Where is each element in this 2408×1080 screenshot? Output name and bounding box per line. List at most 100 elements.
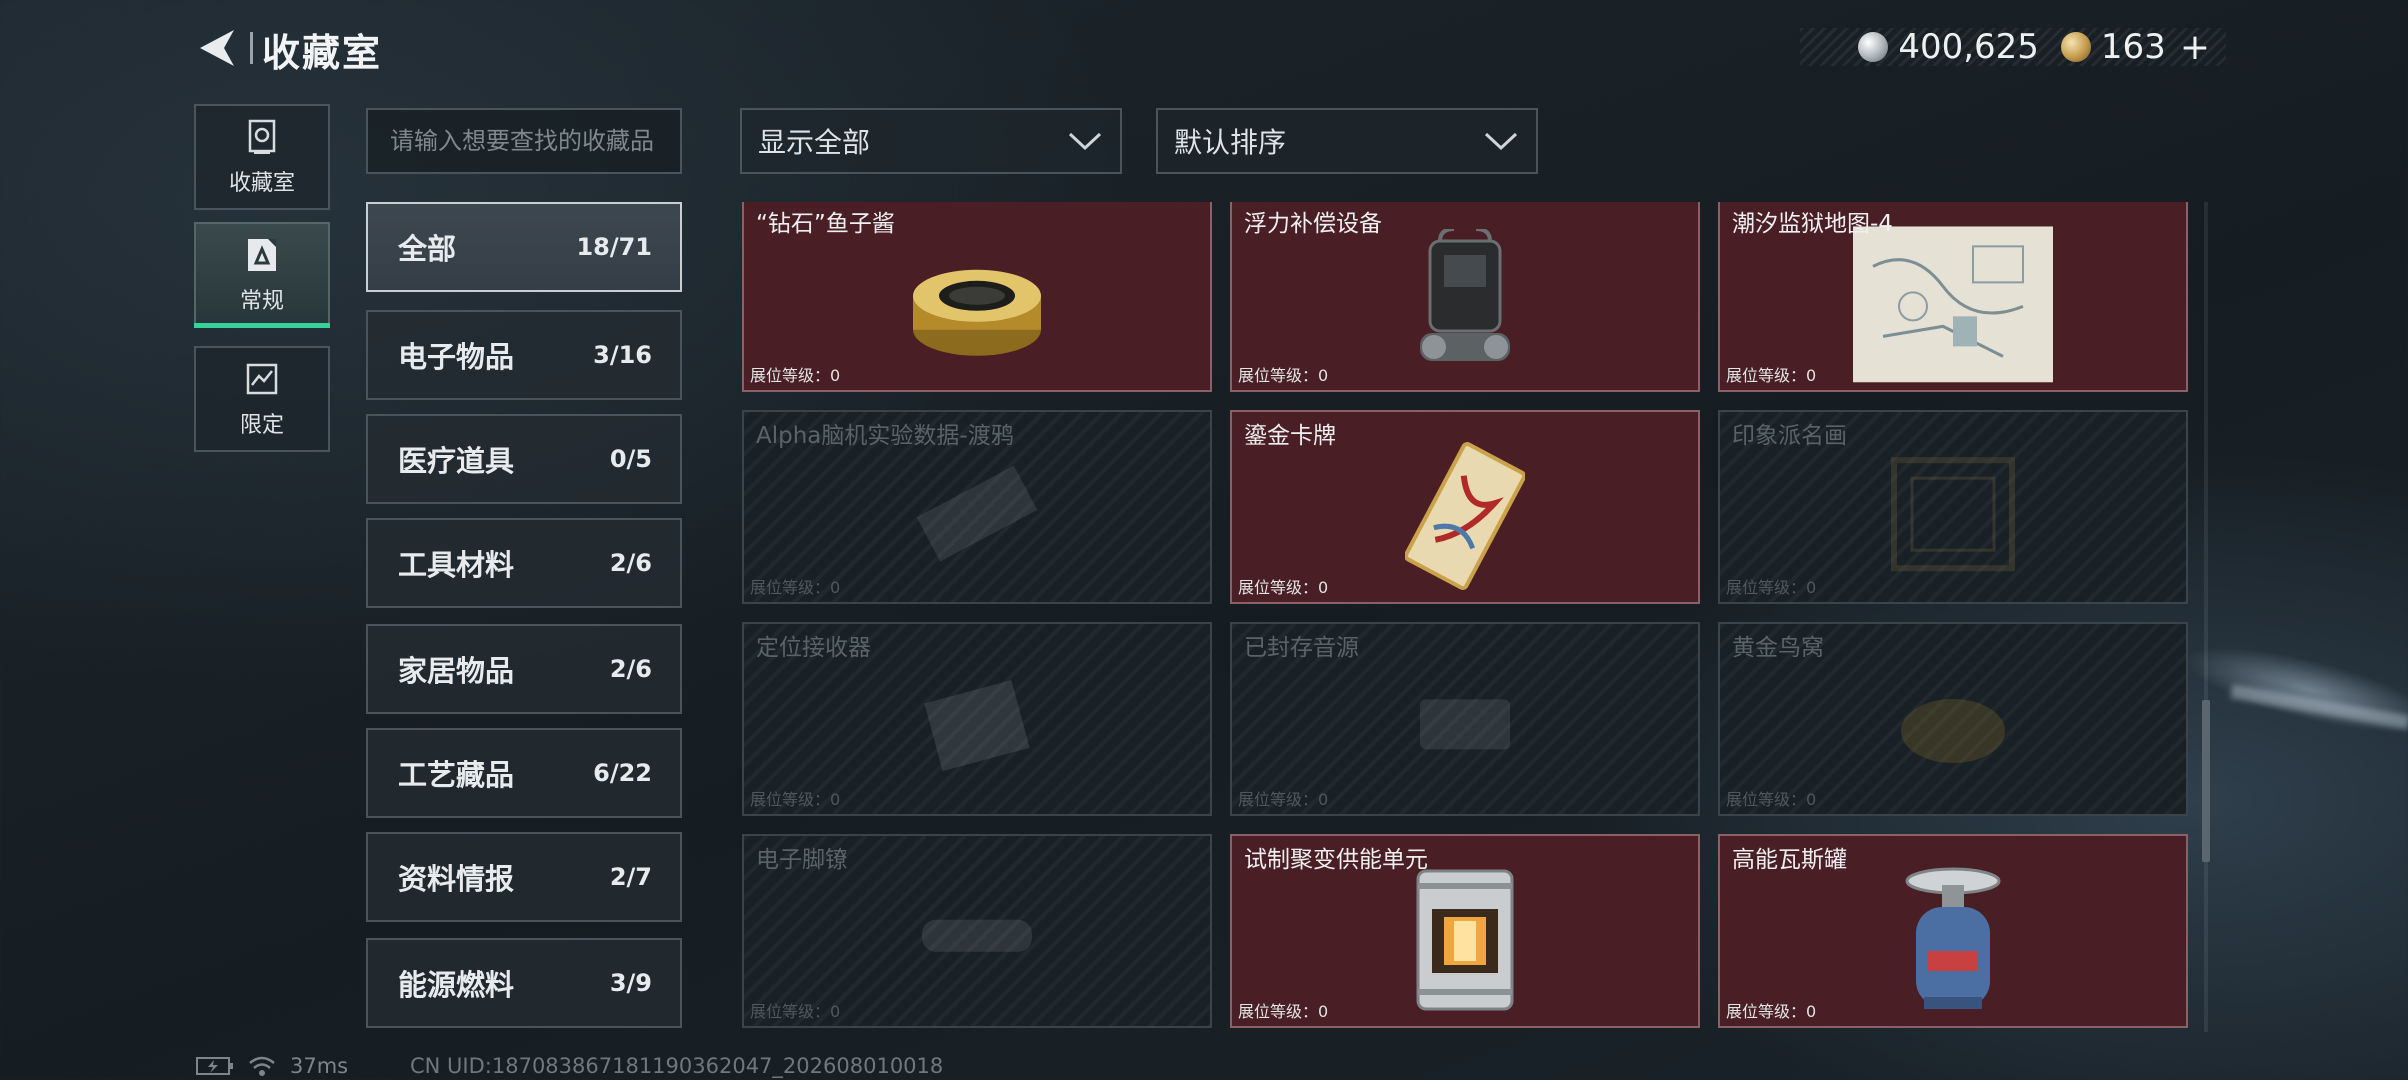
item-name: 黄金鸟窝 [1732, 635, 1824, 661]
item-level: 展位等级：0 [750, 790, 841, 809]
item-name: 印象派名画 [1732, 423, 1847, 449]
item-level: 展位等级：0 [1238, 1002, 1329, 1021]
item-name: 试制聚变供能单元 [1244, 847, 1428, 873]
rail-item-vault[interactable]: 收藏室 [194, 104, 330, 210]
category-name: 电子物品 [398, 340, 515, 374]
regular-collection-icon [248, 239, 276, 271]
category-name: 工艺藏品 [398, 758, 515, 792]
scrollbar-track[interactable] [2204, 202, 2208, 1032]
caviar-tin-icon [913, 269, 1041, 356]
category-tools[interactable]: 工具材料 2/6 [366, 518, 682, 608]
rail-item-limited[interactable]: 限定 [194, 346, 330, 452]
limited-collection-icon [246, 363, 278, 395]
category-name: 全部 [398, 232, 457, 266]
title-divider [250, 32, 253, 64]
collection-card[interactable]: Alpha脑机实验数据-渡鸦 展位等级：0 [742, 410, 1212, 604]
gold-coin-icon [2060, 32, 2091, 62]
category-name: 医疗道具 [398, 444, 515, 478]
gold-balance: 163 [2100, 27, 2166, 67]
golden-nest-icon [1901, 699, 2005, 763]
filter-dropdown[interactable]: 显示全部 [740, 108, 1122, 174]
uid-text: CN UID:18708386718119036204​7_2026080100… [410, 1054, 944, 1078]
category-count: 6/22 [593, 759, 652, 787]
page-title: 收藏室 [262, 31, 383, 75]
collection-card[interactable]: 潮汐监狱地图-4 展位等级：0 [1718, 202, 2188, 392]
collection-grid: “钻石”鱼子酱 展位等级：0 浮力补偿设备 展位等级：0 潮汐监狱地图-4 展位… [742, 202, 2188, 1032]
category-name: 家居物品 [398, 654, 515, 688]
ping-value: 37ms [290, 1054, 349, 1078]
category-count: 3/16 [593, 341, 652, 369]
data-drive-icon [916, 465, 1038, 562]
collection-card[interactable]: 黄金鸟窝 展位等级：0 [1718, 622, 2188, 816]
item-name: 电子脚镣 [756, 847, 848, 873]
category-all[interactable]: 全部 18/71 [366, 202, 682, 292]
collection-card[interactable]: 电子脚镣 展位等级：0 [742, 834, 1212, 1028]
collection-card[interactable]: 定位接收器 展位等级：0 [742, 622, 1212, 816]
category-count: 2/6 [609, 655, 652, 683]
item-level: 展位等级：0 [750, 366, 841, 385]
item-level: 展位等级：0 [750, 1002, 841, 1021]
sealed-audio-icon [1420, 699, 1510, 750]
category-household[interactable]: 家居物品 2/6 [366, 624, 682, 714]
category-name: 能源燃料 [398, 968, 515, 1002]
category-count: 18/71 [576, 233, 652, 261]
rail-item-label: 限定 [239, 413, 284, 438]
rail-item-label: 常规 [239, 289, 284, 314]
filter-value: 显示全部 [758, 126, 871, 159]
collection-card[interactable]: 已封存音源 展位等级：0 [1230, 622, 1700, 816]
gas-canister-icon [1905, 867, 2001, 1009]
status-bar: 37ms [196, 1054, 348, 1078]
collection-card[interactable]: 印象派名画 展位等级：0 [1718, 410, 2188, 604]
ankle-monitor-icon [922, 919, 1032, 952]
category-count: 0/5 [609, 445, 652, 473]
category-medical[interactable]: 医疗道具 0/5 [366, 414, 682, 504]
category-electronics[interactable]: 电子物品 3/16 [366, 310, 682, 400]
sort-value: 默认排序 [1174, 126, 1287, 159]
vault-icon [248, 119, 276, 154]
wifi-icon [249, 1056, 275, 1076]
category-energy[interactable]: 能源燃料 3/9 [366, 938, 682, 1028]
sort-dropdown[interactable]: 默认排序 [1156, 108, 1538, 174]
item-name: 浮力补偿设备 [1244, 211, 1382, 237]
item-level: 展位等级：0 [1726, 1002, 1817, 1021]
painting-icon [1891, 457, 2015, 572]
category-count: 2/7 [609, 863, 652, 891]
item-level: 展位等级：0 [1726, 578, 1817, 597]
silver-balance: 400,625 [1898, 27, 2039, 67]
back-arrow-icon[interactable] [196, 26, 240, 70]
collection-card[interactable]: 高能瓦斯罐 展位等级：0 [1718, 834, 2188, 1028]
category-crafts[interactable]: 工艺藏品 6/22 [366, 728, 682, 818]
search-input[interactable] [366, 108, 682, 174]
item-level: 展位等级：0 [1238, 366, 1329, 385]
receiver-icon [924, 680, 1030, 772]
item-name: Alpha脑机实验数据-渡鸦 [756, 423, 1014, 449]
category-name: 工具材料 [398, 548, 515, 582]
collection-card[interactable]: 浮力补偿设备 展位等级：0 [1230, 202, 1700, 392]
map-icon [1853, 226, 2053, 383]
collection-card[interactable]: 鎏金卡牌 展位等级：0 [1230, 410, 1700, 604]
fusion-cell-icon [1416, 869, 1514, 1011]
rail-item-regular[interactable]: 常规 [194, 222, 330, 328]
battery-icon [196, 1057, 233, 1075]
item-name: 定位接收器 [756, 635, 871, 661]
item-level: 展位等级：0 [1726, 790, 1817, 809]
category-count: 2/6 [609, 549, 652, 577]
item-name: 潮汐监狱地图-4 [1732, 211, 1893, 237]
chevron-down-icon [1068, 132, 1102, 151]
buoyancy-device-icon [1420, 229, 1510, 361]
item-level: 展位等级：0 [1238, 578, 1329, 597]
add-currency-button[interactable]: + [2180, 27, 2210, 68]
item-name: 高能瓦斯罐 [1732, 847, 1847, 873]
chevron-down-icon [1484, 132, 1518, 151]
item-name: 已封存音源 [1244, 635, 1359, 661]
item-level: 展位等级：0 [750, 578, 841, 597]
item-level: 展位等级：0 [1726, 366, 1817, 385]
currency-bar: 400,625 163 + [1800, 27, 2226, 68]
item-level: 展位等级：0 [1238, 790, 1329, 809]
collection-card[interactable]: 试制聚变供能单元 展位等级：0 [1230, 834, 1700, 1028]
silver-coin-icon [1858, 32, 1889, 62]
category-count: 3/9 [609, 969, 652, 997]
category-intel[interactable]: 资料情报 2/7 [366, 832, 682, 922]
scrollbar-thumb[interactable] [2202, 700, 2210, 862]
collection-card[interactable]: “钻石”鱼子酱 展位等级：0 [742, 202, 1212, 392]
